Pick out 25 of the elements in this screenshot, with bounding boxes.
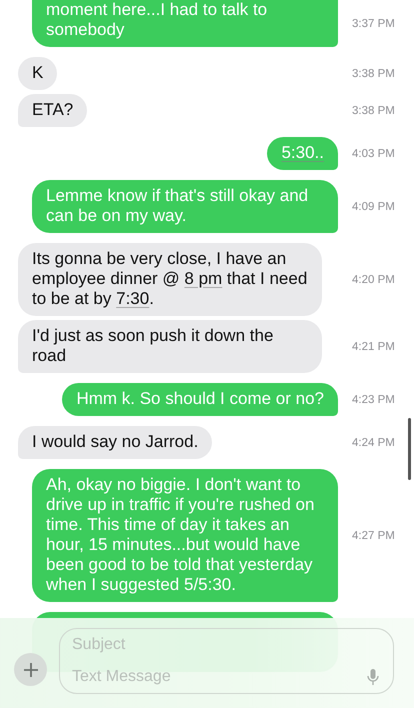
timestamp: 4:20 PM <box>351 274 395 286</box>
timestamp: 3:37 PM <box>351 18 395 30</box>
message-bubble: I'd just as soon push it down the road <box>18 320 322 373</box>
message-bubble: I would say no Jarrod. <box>18 426 212 459</box>
message-bubble: Its gonna be very close, I have an employee dinner @ 8 pm that I need to be at by 7:30. <box>18 243 322 316</box>
message-bubble: Ah, okay no biggie. I don't want to drive up in traffic if you're rushed on time. This time of day it takes an hour, 15 minutes...but would have been good to be told that yesterday when I suggested 5/5:30. <box>32 469 338 602</box>
message-bubble: Hmm k. So should I come or no? <box>62 383 338 416</box>
link[interactable]: 8 pm <box>184 269 222 288</box>
message-bubble: ETA? <box>18 94 88 127</box>
message-bubble: Lemme know if that's still okay and can be on my way. <box>32 180 338 233</box>
timestamp: 3:38 PM <box>351 68 395 80</box>
message-bubble: moment here...I had to talk to somebody <box>32 0 338 47</box>
plus-icon <box>22 662 38 678</box>
link[interactable]: 7:30 <box>116 289 150 308</box>
timestamp: 4:23 PM <box>351 394 395 406</box>
text-message-field[interactable]: Text Message <box>72 661 367 693</box>
timestamp: 4:21 PM <box>351 340 395 352</box>
timestamp: 3:38 PM <box>351 104 395 116</box>
message-bubble: K <box>18 57 58 90</box>
add-button[interactable] <box>14 653 47 686</box>
timestamp: 4:03 PM <box>351 148 395 160</box>
timestamp: 4:27 PM <box>351 530 395 542</box>
scroll-indicator <box>408 418 411 480</box>
timestamp: 4:09 PM <box>351 200 395 212</box>
timestamp: 4:24 PM <box>351 436 395 448</box>
